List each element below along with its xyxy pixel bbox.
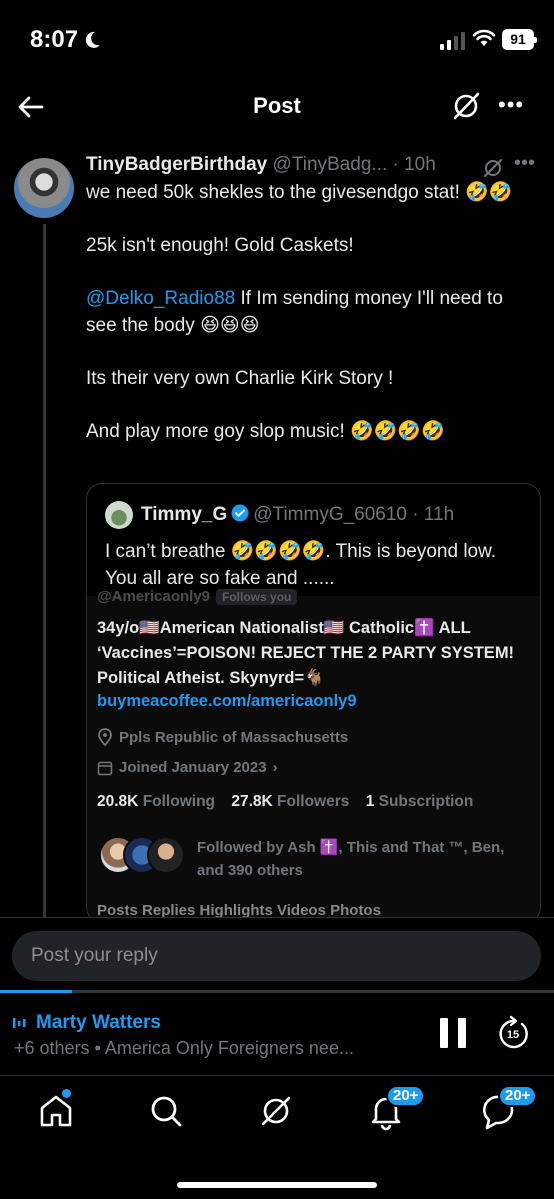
quoted-post-card[interactable]: Timmy_G @TimmyG_60610 · 11h I can’t breat… bbox=[86, 483, 541, 923]
tweet-line: @Delko_Radio88 If Im sending money I'll … bbox=[86, 286, 536, 339]
playback-progress[interactable] bbox=[0, 990, 554, 993]
notifications-badge: 20+ bbox=[386, 1085, 426, 1107]
following-count: 20.8K bbox=[97, 793, 139, 810]
followers-count: 27.8K bbox=[231, 793, 273, 810]
mention-link[interactable]: @Delko_Radio88 bbox=[86, 288, 235, 309]
grok-icon[interactable] bbox=[256, 1091, 296, 1131]
messages-badge: 20+ bbox=[498, 1085, 538, 1107]
skip-seconds-label: 15 bbox=[507, 1029, 519, 1041]
top-header: Post ••• bbox=[0, 80, 554, 136]
quoted-handle-time: @TimmyG_60610 · 11h bbox=[253, 504, 455, 525]
followers-label: Followers bbox=[277, 793, 350, 810]
author-name[interactable]: TinyBadgerBirthday bbox=[86, 154, 267, 175]
chevron-right-icon: › bbox=[272, 759, 278, 776]
following-label: Following bbox=[142, 793, 216, 810]
location-text: Ppls Republic of Massachusetts bbox=[119, 728, 349, 746]
reply-bar bbox=[0, 917, 554, 993]
player-title: Marty Watters bbox=[12, 1012, 161, 1034]
profile-joined: Joined January 2023 › bbox=[97, 759, 278, 776]
grok-icon[interactable] bbox=[450, 90, 482, 122]
subscription-label: Subscription bbox=[378, 793, 474, 810]
wifi-icon bbox=[472, 29, 496, 46]
author-handle-time: @TinyBadg... · 10h bbox=[272, 154, 436, 175]
moon-icon bbox=[85, 31, 100, 48]
tweet-line: And play more goy slop music! 🤣🤣🤣🤣 bbox=[86, 420, 445, 442]
tweet-line: we need 50k shekles to the givesendgo st… bbox=[86, 182, 513, 203]
skip-forward-15-icon[interactable]: 15 bbox=[496, 1014, 530, 1050]
home-indicator bbox=[177, 1182, 377, 1188]
quoted-text: I can’t breathe 🤣🤣🤣🤣. This is beyond low… bbox=[105, 541, 497, 589]
quoted-author-name: Timmy_G bbox=[141, 504, 228, 525]
embedded-profile-screenshot: @Americaonly9 Follows you 34y/o🇺🇸American… bbox=[87, 588, 540, 922]
joined-text: Joined January 2023 bbox=[119, 759, 267, 776]
thread-line bbox=[43, 224, 46, 918]
profile-stats: 20.8K Following 27.8K Followers 1 Subscr… bbox=[97, 793, 485, 811]
notifications-tab[interactable]: 20+ bbox=[366, 1085, 426, 1131]
location-pin-icon bbox=[98, 728, 112, 746]
more-options-icon[interactable]: ••• bbox=[514, 152, 535, 175]
quoted-header: Timmy_G @TimmyG_60610 · 11h bbox=[141, 504, 454, 526]
home-icon[interactable] bbox=[36, 1091, 76, 1131]
subscription-count: 1 bbox=[365, 793, 375, 810]
audio-wave-icon bbox=[13, 1018, 26, 1028]
tweet-header: TinyBadgerBirthday @TinyBadg... · 10h bbox=[86, 154, 536, 180]
followed-by-text: Followed by Ash ✝️, This and That ™, Ben… bbox=[197, 839, 505, 879]
followed-by-avatars bbox=[99, 836, 189, 876]
profile-location: Ppls Republic of Massachusetts bbox=[97, 728, 348, 746]
calendar-icon bbox=[97, 761, 113, 775]
verified-badge-icon bbox=[231, 504, 249, 522]
profile-handle: @Americaonly9 bbox=[97, 588, 211, 605]
profile-link: buymeacoffee.com/americaonly9 bbox=[97, 692, 357, 710]
cellular-signal-icon bbox=[440, 32, 465, 50]
player-subtitle: +6 others • America Only Foreigners nee.… bbox=[14, 1038, 354, 1058]
audio-player[interactable]: Marty Watters +6 others • America Only F… bbox=[0, 990, 554, 1076]
tweet-line: Its their very own Charlie Kirk Story ! bbox=[86, 367, 394, 389]
messages-tab[interactable]: 20+ bbox=[478, 1085, 538, 1131]
pause-button[interactable] bbox=[440, 1018, 468, 1048]
avatar bbox=[147, 836, 185, 874]
avatar[interactable] bbox=[14, 158, 74, 218]
status-bar: 8:07 91 bbox=[0, 0, 554, 80]
more-options-icon[interactable]: ••• bbox=[498, 92, 524, 118]
battery-indicator: 91 bbox=[502, 29, 537, 50]
playback-progress-fill bbox=[0, 990, 73, 993]
tweet-text: we need 50k shekles to the givesendgo st… bbox=[86, 180, 536, 472]
follows-you-badge: Follows you bbox=[216, 589, 298, 605]
search-icon[interactable] bbox=[146, 1091, 186, 1131]
profile-bio: 34y/o🇺🇸American Nationalist🇺🇸 Catholic✝️… bbox=[97, 619, 515, 687]
grok-icon[interactable] bbox=[482, 157, 504, 179]
player-host-name: Marty Watters bbox=[36, 1012, 161, 1033]
profile-handle-cut: @Americaonly9 Follows you bbox=[97, 588, 298, 605]
quoted-avatar bbox=[105, 501, 133, 529]
reply-input[interactable] bbox=[12, 931, 541, 981]
status-time: 8:07 bbox=[30, 26, 79, 53]
home-notification-dot bbox=[62, 1089, 71, 1098]
tweet-line: 25k isn't enough! Gold Caskets! bbox=[86, 235, 354, 256]
bottom-navigation: 20+ 20+ bbox=[0, 1077, 554, 1199]
